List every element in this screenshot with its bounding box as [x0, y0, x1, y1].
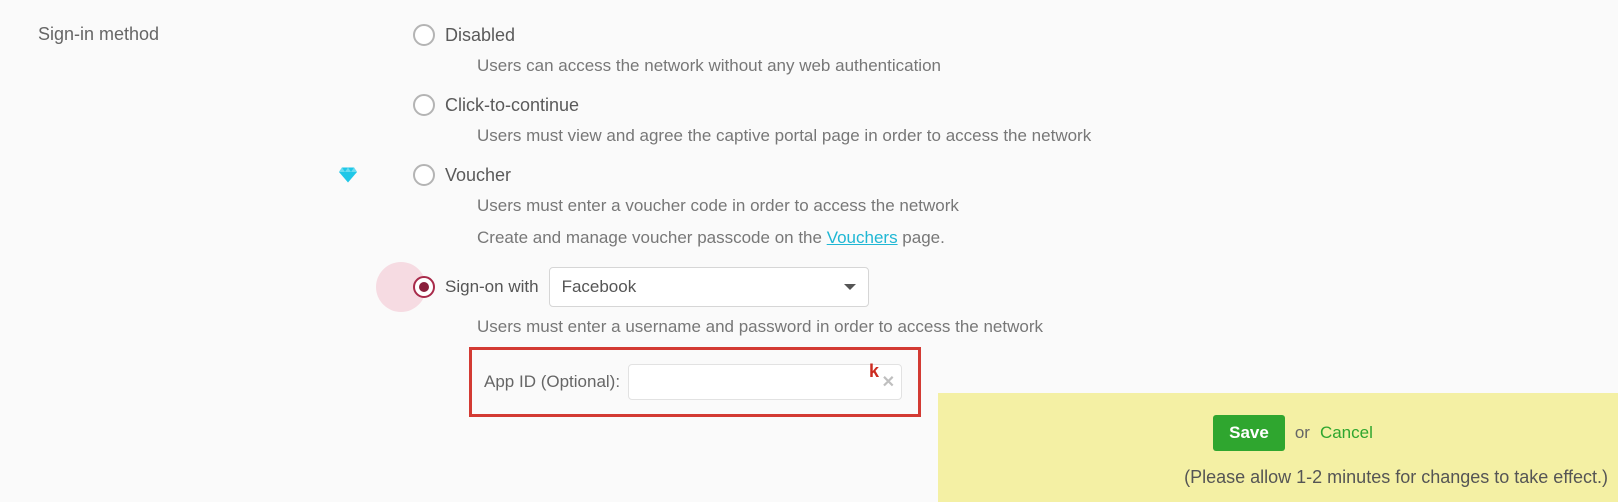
- option-disabled: Disabled: [375, 24, 1575, 54]
- option-voucher-create: Create and manage voucher passcode on th…: [477, 228, 1575, 248]
- clear-input-icon[interactable]: ✕: [882, 372, 895, 392]
- signin-method-options: Disabled Users can access the network wi…: [375, 24, 1575, 417]
- appid-input-wrapper: ✕ k: [628, 364, 902, 400]
- voucher-create-prefix: Create and manage voucher passcode on th…: [477, 228, 827, 247]
- vouchers-link[interactable]: Vouchers: [827, 228, 898, 247]
- option-disabled-label: Disabled: [445, 25, 515, 46]
- appid-label: App ID (Optional):: [484, 372, 620, 392]
- radio-click-to-continue[interactable]: [413, 94, 435, 116]
- appid-input[interactable]: [629, 365, 901, 399]
- option-voucher-label: Voucher: [445, 165, 511, 186]
- save-button[interactable]: Save: [1213, 415, 1285, 451]
- cancel-link[interactable]: Cancel: [1320, 423, 1373, 443]
- save-note: (Please allow 1-2 minutes for changes to…: [974, 467, 1612, 488]
- option-click-label: Click-to-continue: [445, 95, 579, 116]
- option-signon: Sign-on with Facebook: [375, 266, 1575, 307]
- or-text: or: [1295, 423, 1310, 443]
- option-signon-label: Sign-on with: [445, 277, 539, 297]
- option-voucher-desc: Users must enter a voucher code in order…: [477, 196, 1575, 216]
- option-click: Click-to-continue: [375, 94, 1575, 124]
- radio-signon[interactable]: [413, 276, 435, 298]
- option-signon-desc: Users must enter a username and password…: [477, 317, 1575, 337]
- voucher-create-suffix: page.: [898, 228, 945, 247]
- appid-field-highlight: App ID (Optional): ✕ k: [469, 347, 921, 417]
- radio-disabled[interactable]: [413, 24, 435, 46]
- radio-voucher[interactable]: [413, 164, 435, 186]
- option-voucher: Voucher: [375, 164, 1575, 194]
- section-title: Sign-in method: [38, 24, 159, 45]
- option-disabled-desc: Users can access the network without any…: [477, 56, 1575, 76]
- chevron-down-icon: [844, 284, 856, 290]
- signon-provider-value: Facebook: [562, 277, 637, 297]
- diamond-icon: [339, 167, 357, 188]
- save-bar: Save or Cancel (Please allow 1-2 minutes…: [938, 393, 1618, 502]
- signon-provider-select[interactable]: Facebook: [549, 267, 869, 307]
- option-click-desc: Users must view and agree the captive po…: [477, 126, 1575, 146]
